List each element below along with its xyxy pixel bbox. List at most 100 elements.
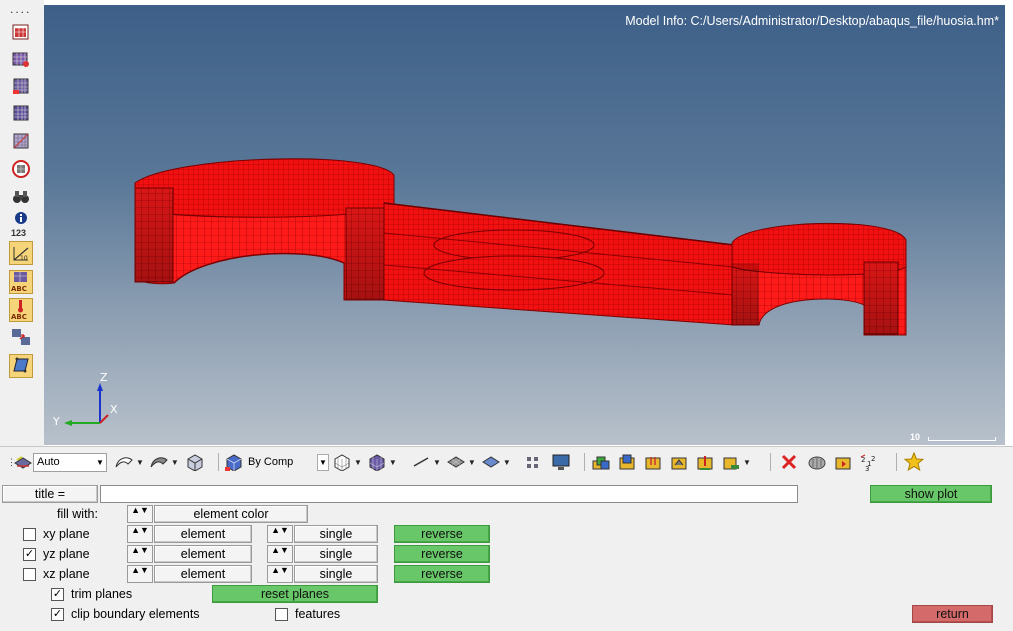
plane-reverse-button[interactable]: reverse xyxy=(394,525,490,543)
delete-icon[interactable] xyxy=(778,451,800,473)
section-cut-icon[interactable] xyxy=(9,157,33,181)
shank xyxy=(345,202,735,326)
view-panel-icon[interactable] xyxy=(9,20,33,44)
monitor-icon[interactable] xyxy=(550,451,572,473)
plane-checkbox[interactable]: ✓ xyxy=(23,548,36,561)
display-mode-select[interactable]: Auto ▼ xyxy=(33,452,107,472)
caret-down-icon[interactable]: ▼ xyxy=(468,458,476,467)
display-mode-value: Auto xyxy=(37,456,60,468)
graphics-viewport[interactable]: Model Info: C:/Users/Administrator/Deskt… xyxy=(44,5,1005,445)
svg-text:ABC: ABC xyxy=(11,285,27,293)
misc-display-group xyxy=(522,451,572,473)
mesh-label-icon[interactable]: ABC xyxy=(9,270,33,294)
wireframe-mesh-icon[interactable] xyxy=(9,101,33,125)
plane-label: xz plane xyxy=(43,567,90,581)
connecting-rod-model[interactable]: Z Y X xyxy=(44,5,1005,445)
grid-points-icon[interactable] xyxy=(522,451,544,473)
solid-element-icon[interactable] xyxy=(480,451,502,473)
plane-mode-button[interactable]: single xyxy=(294,525,378,543)
renumber-icon[interactable]: 2123 xyxy=(858,451,880,473)
plane-mode-toggle[interactable]: ▲▼ xyxy=(267,565,293,583)
plane-type-button[interactable]: element xyxy=(154,565,252,583)
transparent-mesh-icon[interactable] xyxy=(9,129,33,153)
trim-planes-checkbox[interactable]: ✓ xyxy=(51,588,64,601)
info-icon[interactable] xyxy=(9,210,33,226)
display-mode-control: Auto ▼ xyxy=(12,451,107,473)
load-collectors-icon[interactable] xyxy=(642,451,664,473)
plane-mode-toggle[interactable]: ▲▼ xyxy=(267,525,293,543)
plane-mode-button[interactable]: single xyxy=(294,545,378,563)
caret-down-icon[interactable]: ▼ xyxy=(171,458,179,467)
toolbar-grip[interactable]: .... xyxy=(10,2,31,16)
caret-down-icon[interactable]: ▼ xyxy=(503,458,511,467)
plane-mode-button[interactable]: single xyxy=(294,565,378,583)
plane-reverse-button[interactable]: reverse xyxy=(394,545,490,563)
find-attached-icon[interactable] xyxy=(832,451,854,473)
caret-down-icon[interactable]: ▼ xyxy=(136,458,144,467)
plane-mode-toggle[interactable]: ▲▼ xyxy=(267,545,293,563)
info-count-label: 123 xyxy=(11,228,27,238)
scale-value-icon[interactable]: 10 xyxy=(9,241,33,265)
clip-boundary-checkbox[interactable]: ✓ xyxy=(51,608,64,621)
caret-down-icon[interactable]: ▼ xyxy=(433,458,441,467)
element-1d-group: ▼ ▼ ▼ xyxy=(410,451,511,473)
plane-type-toggle[interactable]: ▲▼ xyxy=(127,565,153,583)
color-mode-select[interactable]: By Comp ▼ xyxy=(245,453,329,472)
star-icon[interactable] xyxy=(903,451,925,473)
plane-type-button[interactable]: element xyxy=(154,525,252,543)
return-button[interactable]: return xyxy=(912,605,993,623)
output-blocks-icon[interactable] xyxy=(694,451,716,473)
edit-group: 2123 xyxy=(778,451,880,473)
plane-type-toggle[interactable]: ▲▼ xyxy=(127,525,153,543)
line-element-icon[interactable] xyxy=(410,451,432,473)
caret-down-icon[interactable]: ▼ xyxy=(743,458,751,467)
binoculars-icon[interactable] xyxy=(9,185,33,209)
element-display-icon[interactable] xyxy=(12,451,34,473)
components-icon[interactable] xyxy=(590,451,612,473)
geometry-wire-icon[interactable] xyxy=(113,451,135,473)
plane-reverse-button[interactable]: reverse xyxy=(394,565,490,583)
caret-down-icon[interactable]: ▼ xyxy=(354,458,362,467)
temperature-label-icon[interactable]: ABC xyxy=(9,298,33,322)
organize-group: ▼ xyxy=(590,451,751,473)
assemblies-icon[interactable] xyxy=(616,451,638,473)
transform-icon[interactable] xyxy=(9,325,33,349)
systems-icon[interactable] xyxy=(668,451,690,473)
mesh-edit-icon[interactable] xyxy=(9,47,33,71)
features-checkbox[interactable] xyxy=(275,608,288,621)
plate-element-icon[interactable] xyxy=(445,451,467,473)
svg-text:10: 10 xyxy=(20,255,28,262)
mesh-shaded-icon[interactable] xyxy=(366,451,388,473)
reset-planes-button[interactable]: reset planes xyxy=(212,585,378,603)
axis-y-label: Y xyxy=(52,415,60,428)
show-plot-button[interactable]: show plot xyxy=(870,485,992,503)
geometry-shaded-icon[interactable] xyxy=(148,451,170,473)
plane-type-toggle[interactable]: ▲▼ xyxy=(127,545,153,563)
surface-edit-icon[interactable] xyxy=(9,354,33,378)
axis-z-label: Z xyxy=(100,371,108,384)
mask-icon[interactable] xyxy=(806,451,828,473)
fill-with-toggle[interactable]: ▲▼ xyxy=(127,505,153,523)
small-end xyxy=(731,222,907,336)
color-mode-value: By Comp xyxy=(248,456,294,468)
title-button[interactable]: title = xyxy=(2,485,98,503)
plane-checkbox[interactable] xyxy=(23,568,36,581)
shaded-mesh-icon[interactable] xyxy=(9,74,33,98)
dropdown-arrow-icon: ▼ xyxy=(317,453,329,471)
sets-icon[interactable] xyxy=(720,451,742,473)
solid-cube-icon[interactable] xyxy=(183,451,205,473)
mesh-wire-icon[interactable] xyxy=(331,451,353,473)
color-mode-control: By Comp ▼ xyxy=(222,451,329,473)
fill-with-button[interactable]: element color xyxy=(154,505,308,523)
plane-type-button[interactable]: element xyxy=(154,545,252,563)
svg-text:ABC: ABC xyxy=(11,313,27,321)
favorites-group xyxy=(903,451,925,473)
plane-checkbox[interactable] xyxy=(23,528,36,541)
color-cube-icon[interactable] xyxy=(222,451,244,473)
shading-group: ▼ ▼ xyxy=(113,451,205,473)
plane-label: xy plane xyxy=(43,527,90,541)
axis-triad: Z Y X xyxy=(52,371,118,428)
caret-down-icon[interactable]: ▼ xyxy=(389,458,397,467)
svg-text:2: 2 xyxy=(871,455,875,463)
title-input[interactable] xyxy=(100,485,798,503)
